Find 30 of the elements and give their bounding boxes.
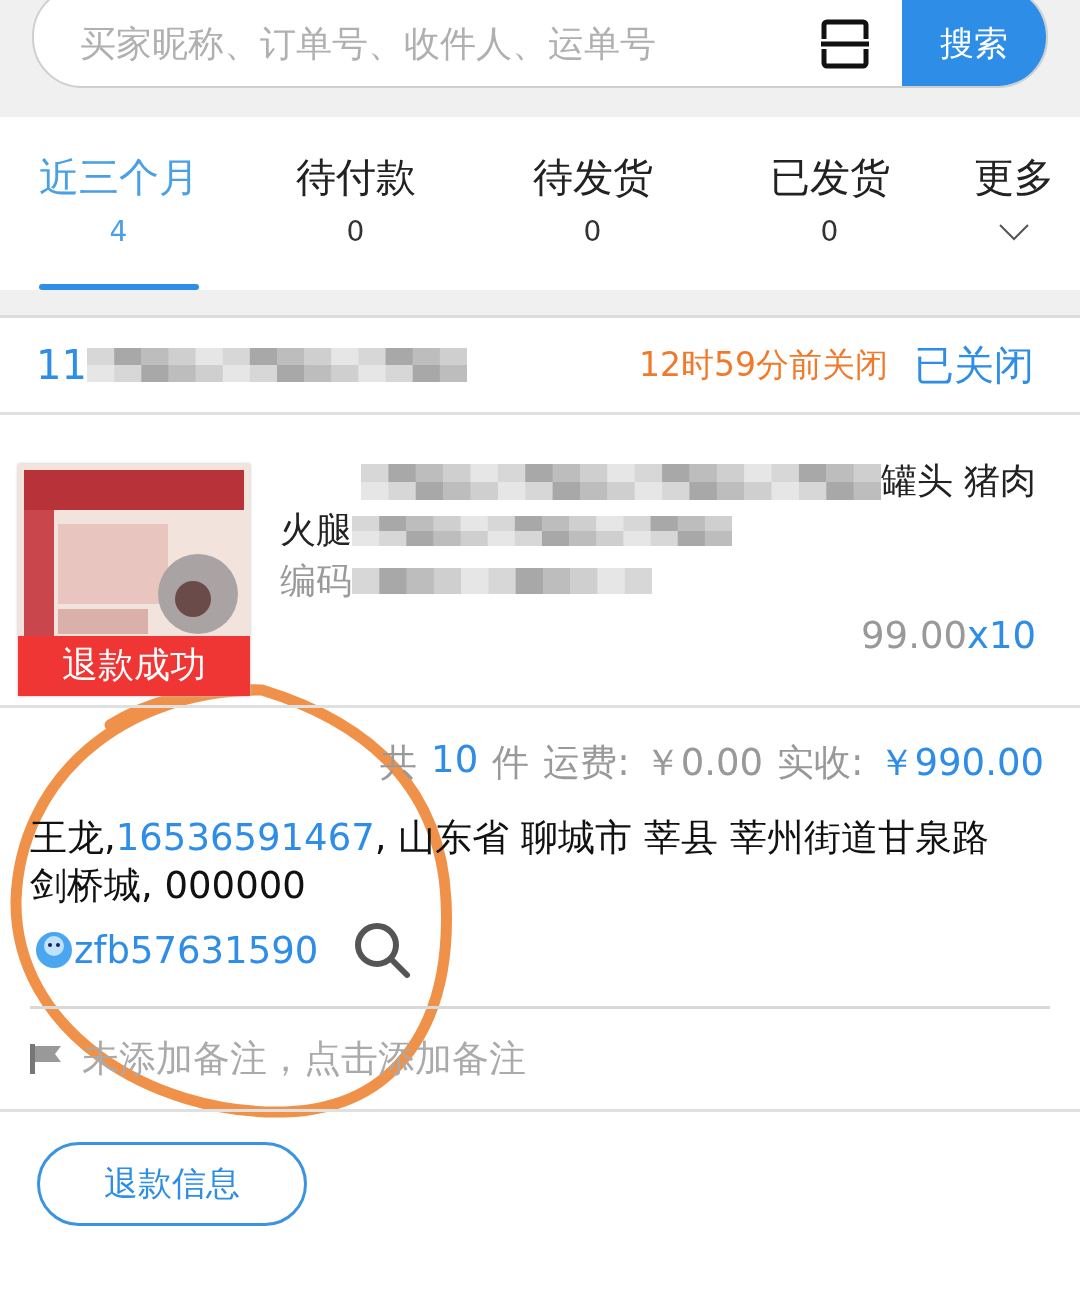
flag-icon [30,1044,64,1074]
summary-text: 实收: [777,740,864,786]
search-field[interactable]: 买家昵称、订单号、收件人、运单号 搜索 [32,0,1048,88]
product-code: 编码 [280,559,352,603]
scan-icon[interactable] [820,19,870,69]
tab[interactable]: 更多 [948,117,1080,290]
summary-text: 10 [431,738,479,783]
tab[interactable]: 待付款 0 [237,117,474,290]
buyer-name[interactable]: zfb57631590 [74,928,319,972]
tab[interactable]: 近三个月 4 [0,117,237,290]
chevron-down-icon [998,223,1030,241]
avatar-icon [34,930,74,970]
tab[interactable]: 已发货 0 [711,117,948,290]
summary-text: 运费: [543,740,630,786]
tab[interactable]: 待发货 0 [474,117,711,290]
refund-badge: 退款成功 [18,636,250,696]
refund-info-button[interactable]: 退款信息 [37,1142,307,1226]
summary-text: ￥0.00 [643,740,764,786]
phone-link[interactable]: 16536591467 [115,816,375,859]
search-button[interactable]: 搜索 [902,0,1046,86]
summary-text: 件 [492,740,530,786]
product-title: 火腿 [280,508,352,552]
order-number: 11 [36,342,87,388]
countdown-text: 12时59分前关闭 [639,343,888,386]
search-icon[interactable] [352,920,413,980]
price-text: 99.00x10 [861,614,1036,657]
product-title: 罐头 猪肉 [880,459,1036,503]
order-status: 已关闭 [914,340,1034,390]
summary-text: ￥990.00 [877,740,1044,786]
search-placeholder: 买家昵称、订单号、收件人、运单号 [79,21,657,66]
